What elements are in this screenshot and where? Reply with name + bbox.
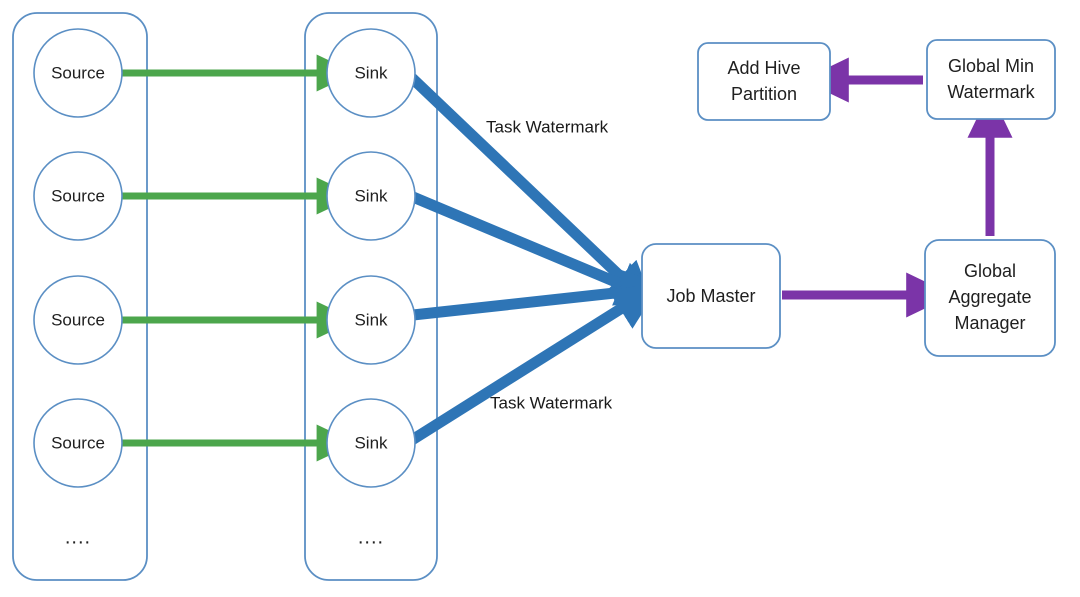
sink-node-2[interactable]: Sink bbox=[326, 151, 416, 241]
sink-group-ellipsis: .... bbox=[358, 526, 384, 548]
global-min-watermark-node[interactable]: Global Min Watermark bbox=[926, 39, 1056, 120]
flow-diagram-svg: .... .... Source Source Source Source Si… bbox=[12, 12, 1056, 581]
global-aggregate-manager-label-line-3: Manager bbox=[954, 313, 1025, 333]
task-watermark-arrow-1 bbox=[408, 74, 656, 310]
task-watermark-arrow-2 bbox=[410, 191, 666, 306]
add-hive-partition-label-line-2: Partition bbox=[731, 84, 797, 104]
global-aggregate-manager-label-line-1: Global bbox=[964, 261, 1016, 281]
global-min-watermark-box[interactable] bbox=[926, 39, 1056, 120]
source-node-2[interactable]: Source bbox=[33, 151, 123, 241]
source-group-ellipsis: .... bbox=[65, 526, 91, 548]
add-hive-partition-node[interactable]: Add Hive Partition bbox=[697, 42, 831, 121]
global-aggregate-manager-node[interactable]: Global Aggregate Manager bbox=[924, 239, 1056, 357]
global-min-watermark-label-line-2: Watermark bbox=[947, 82, 1035, 102]
task-watermark-arrow-3 bbox=[412, 269, 670, 321]
global-min-watermark-label-line-1: Global Min bbox=[948, 56, 1034, 76]
source-node-label: Source bbox=[51, 186, 105, 205]
source-node-4[interactable]: Source bbox=[33, 398, 123, 488]
sink-node-label: Sink bbox=[354, 310, 388, 329]
sink-node-label: Sink bbox=[354, 186, 388, 205]
sink-node-4[interactable]: Sink bbox=[326, 398, 416, 488]
sink-node-label: Sink bbox=[354, 433, 388, 452]
task-watermark-arrow-4 bbox=[409, 283, 662, 445]
source-node-1[interactable]: Source bbox=[33, 28, 123, 118]
source-node-label: Source bbox=[51, 433, 105, 452]
source-node-label: Source bbox=[51, 63, 105, 82]
source-to-sink-arrows bbox=[122, 54, 356, 462]
task-watermark-label-bottom: Task Watermark bbox=[490, 393, 613, 412]
sink-node-label: Sink bbox=[354, 63, 388, 82]
job-master-node[interactable]: Job Master bbox=[641, 243, 781, 349]
sink-node-3[interactable]: Sink bbox=[326, 275, 416, 365]
task-watermark-label-top: Task Watermark bbox=[486, 117, 609, 136]
diagram-canvas: .... .... Source Source Source Source Si… bbox=[0, 0, 1080, 597]
source-node-3[interactable]: Source bbox=[33, 275, 123, 365]
source-node-label: Source bbox=[51, 310, 105, 329]
job-master-label: Job Master bbox=[666, 286, 755, 306]
sink-node-1[interactable]: Sink bbox=[326, 28, 416, 118]
global-aggregate-manager-label-line-2: Aggregate bbox=[948, 287, 1031, 307]
add-hive-partition-box[interactable] bbox=[697, 42, 831, 121]
add-hive-partition-label-line-1: Add Hive bbox=[727, 58, 800, 78]
